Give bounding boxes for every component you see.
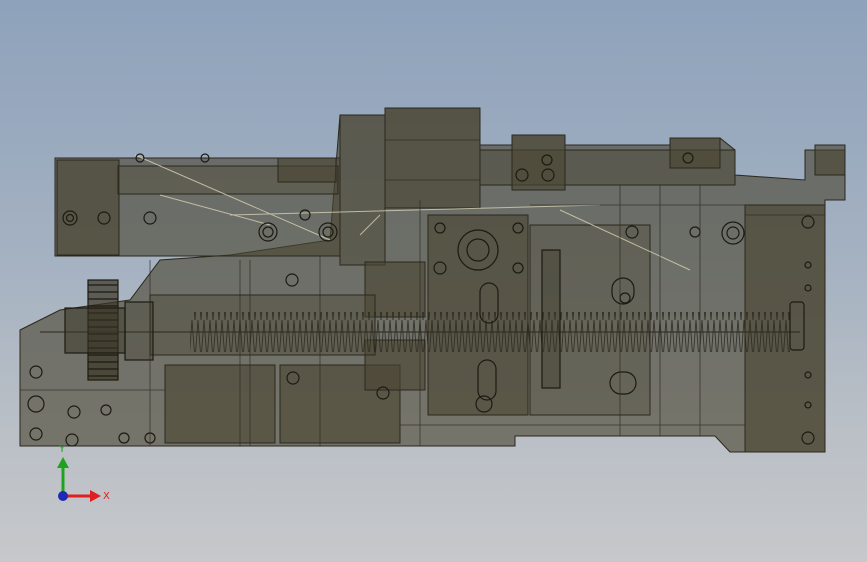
y-axis-head [57,457,69,468]
z-axis-origin [58,491,68,501]
motor-housing [384,107,481,209]
bracket-mid [511,134,566,191]
end-cap-right [277,157,337,183]
x-axis-label: X [103,491,110,502]
coordinate-triad[interactable]: Y X [57,444,110,502]
cad-viewport[interactable]: Y X [0,0,867,562]
bracket-right [669,137,721,169]
y-axis-label: Y [58,444,66,455]
lower-block-left [164,364,276,444]
cylinder-block [56,159,120,256]
x-axis-head [90,490,101,502]
motor-flange [339,114,386,266]
top-right-tab [814,144,846,176]
